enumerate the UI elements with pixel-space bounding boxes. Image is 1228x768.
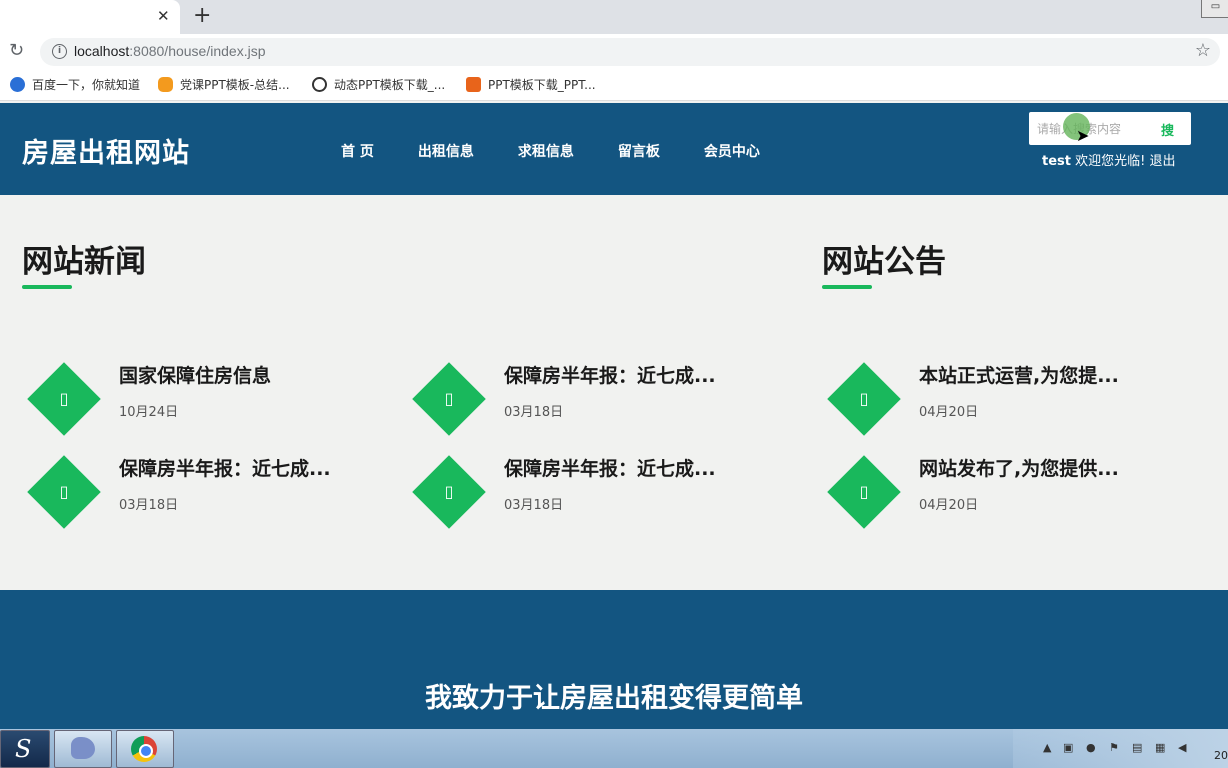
bookmark-label: 党课PPT模板-总结... — [180, 78, 290, 92]
browser-tabstrip: ✕ + ▭ — [0, 0, 1228, 34]
news-item[interactable]: ▯ 保障房半年报：近七成... 03月18日 — [26, 454, 406, 534]
news-item-date: 03月18日 — [504, 498, 564, 513]
news-item-date: 03月18日 — [504, 405, 564, 420]
system-tray: ▲ ▣ ● ⚑ ▤ ▦ ◀ 20 — [1013, 729, 1228, 768]
news-item-title[interactable]: 保障房半年报：近七成... — [119, 454, 331, 481]
site-footer: 我致力于让房屋出租变得更简单 — [0, 590, 1228, 730]
news-item[interactable]: ▯ 国家保障住房信息 10月24日 — [26, 361, 406, 441]
url-host: localhost — [74, 43, 130, 59]
start-button[interactable]: S — [0, 730, 50, 768]
taskbar-app-chrome[interactable] — [116, 730, 174, 768]
bookmark-item[interactable]: PPT模板下载_PPT... — [466, 76, 596, 93]
bookmark-label: 动态PPT模板下载_... — [334, 78, 446, 92]
bookmarks-bar: 百度一下，你就知道 党课PPT模板-总结... 动态PPT模板下载_... PP… — [0, 70, 1228, 101]
nav-message-board[interactable]: 留言板 — [618, 141, 660, 161]
news-icon: ▯ — [59, 389, 69, 408]
nav-home[interactable]: 首 页 — [341, 141, 374, 161]
bookmark-label: PPT模板下载_PPT... — [488, 78, 596, 92]
chrome-center-icon — [139, 744, 153, 758]
panda-icon — [312, 77, 327, 92]
orange-rounded-icon — [158, 77, 173, 92]
news-title-underline — [22, 285, 72, 289]
tray-clock[interactable]: 20 — [1214, 749, 1228, 762]
url-path: :8080/house/index.jsp — [129, 43, 266, 59]
tray-expand-icon[interactable]: ▲ — [1043, 741, 1057, 755]
new-tab-icon[interactable]: + — [193, 3, 211, 28]
news-icon: ▯ — [444, 482, 454, 501]
tray-device-icon[interactable]: ▤ — [1132, 741, 1146, 755]
bookmark-item[interactable]: 动态PPT模板下载_... — [312, 76, 445, 93]
notice-section-title: 网站公告 — [822, 244, 946, 280]
address-bar[interactable]: i localhost:8080/house/index.jsp ☆ — [40, 38, 1220, 66]
news-item-title[interactable]: 保障房半年报：近七成... — [504, 361, 716, 388]
tray-volume-icon[interactable]: ◀ — [1178, 741, 1192, 755]
tray-flag-icon[interactable]: ⚑ — [1109, 741, 1123, 755]
news-icon: ▯ — [59, 482, 69, 501]
nav-rent-out[interactable]: 出租信息 — [418, 141, 474, 161]
tray-qq-icon[interactable]: ● — [1086, 741, 1100, 755]
notice-item[interactable]: ▯ 本站正式运营,为您提... 04月20日 — [826, 361, 1206, 441]
search-box: 搜 — [1029, 112, 1191, 145]
bookmark-item[interactable]: 党课PPT模板-总结... — [158, 76, 290, 93]
notice-icon: ▯ — [859, 482, 869, 501]
browser-tab[interactable]: ✕ — [0, 0, 180, 34]
news-item[interactable]: ▯ 保障房半年报：近七成... 03月18日 — [411, 454, 791, 534]
info-icon[interactable]: i — [52, 44, 67, 59]
welcome-text: test 欢迎您光临! 退出 — [1042, 150, 1175, 169]
site-header: 房屋出租网站 首 页 出租信息 求租信息 留言板 会员中心 搜 test 欢迎您… — [0, 103, 1228, 195]
dolphin-icon — [71, 737, 95, 759]
notice-title-underline — [822, 285, 872, 289]
news-item-date: 03月18日 — [119, 498, 179, 513]
close-tab-icon[interactable]: ✕ — [157, 7, 170, 25]
minimize-button[interactable]: ▭ — [1201, 0, 1228, 18]
main-nav: 首 页 出租信息 求租信息 留言板 会员中心 — [341, 141, 804, 161]
notice-item[interactable]: ▯ 网站发布了,为您提供... 04月20日 — [826, 454, 1206, 534]
notice-item-date: 04月20日 — [919, 405, 979, 420]
bookmark-star-icon[interactable]: ☆ — [1195, 40, 1211, 61]
news-icon: ▯ — [444, 389, 454, 408]
welcome-message: 欢迎您光临! — [1070, 154, 1150, 169]
search-button[interactable]: 搜 — [1161, 120, 1174, 139]
tray-network-icon[interactable]: ▣ — [1063, 741, 1077, 755]
logout-link[interactable]: 退出 — [1149, 154, 1175, 169]
url-text[interactable]: localhost:8080/house/index.jsp — [74, 43, 265, 59]
footer-slogan: 我致力于让房屋出租变得更简单 — [425, 683, 803, 714]
reload-icon[interactable]: ↻ — [9, 40, 24, 61]
nav-rent-seek[interactable]: 求租信息 — [518, 141, 574, 161]
browser-toolbar: ↻ i localhost:8080/house/index.jsp ☆ — [0, 34, 1228, 70]
news-item-title[interactable]: 国家保障住房信息 — [119, 361, 271, 388]
bookmark-label: 百度一下，你就知道 — [32, 78, 141, 92]
news-item-date: 10月24日 — [119, 405, 179, 420]
search-input[interactable] — [1035, 118, 1154, 140]
orange-square-icon — [466, 77, 481, 92]
notice-item-title[interactable]: 网站发布了,为您提供... — [919, 454, 1119, 481]
nav-member-center[interactable]: 会员中心 — [704, 141, 760, 161]
news-section-title: 网站新闻 — [22, 244, 146, 280]
start-logo-icon: S — [15, 735, 32, 763]
notice-item-title[interactable]: 本站正式运营,为您提... — [919, 361, 1119, 388]
bookmark-item[interactable]: 百度一下，你就知道 — [10, 76, 140, 93]
mouse-cursor-icon: ➤ — [1076, 126, 1090, 145]
os-taskbar: S ▲ ▣ ● ⚑ ▤ ▦ ◀ 20 — [0, 729, 1228, 768]
news-item-title[interactable]: 保障房半年报：近七成... — [504, 454, 716, 481]
notice-icon: ▯ — [859, 389, 869, 408]
baidu-paw-icon — [10, 77, 25, 92]
site-logo[interactable]: 房屋出租网站 — [22, 131, 190, 170]
taskbar-app-dolphin[interactable] — [54, 730, 112, 768]
news-item[interactable]: ▯ 保障房半年报：近七成... 03月18日 — [411, 361, 791, 441]
username: test — [1042, 154, 1071, 169]
tray-lan-icon[interactable]: ▦ — [1155, 741, 1169, 755]
notice-item-date: 04月20日 — [919, 498, 979, 513]
